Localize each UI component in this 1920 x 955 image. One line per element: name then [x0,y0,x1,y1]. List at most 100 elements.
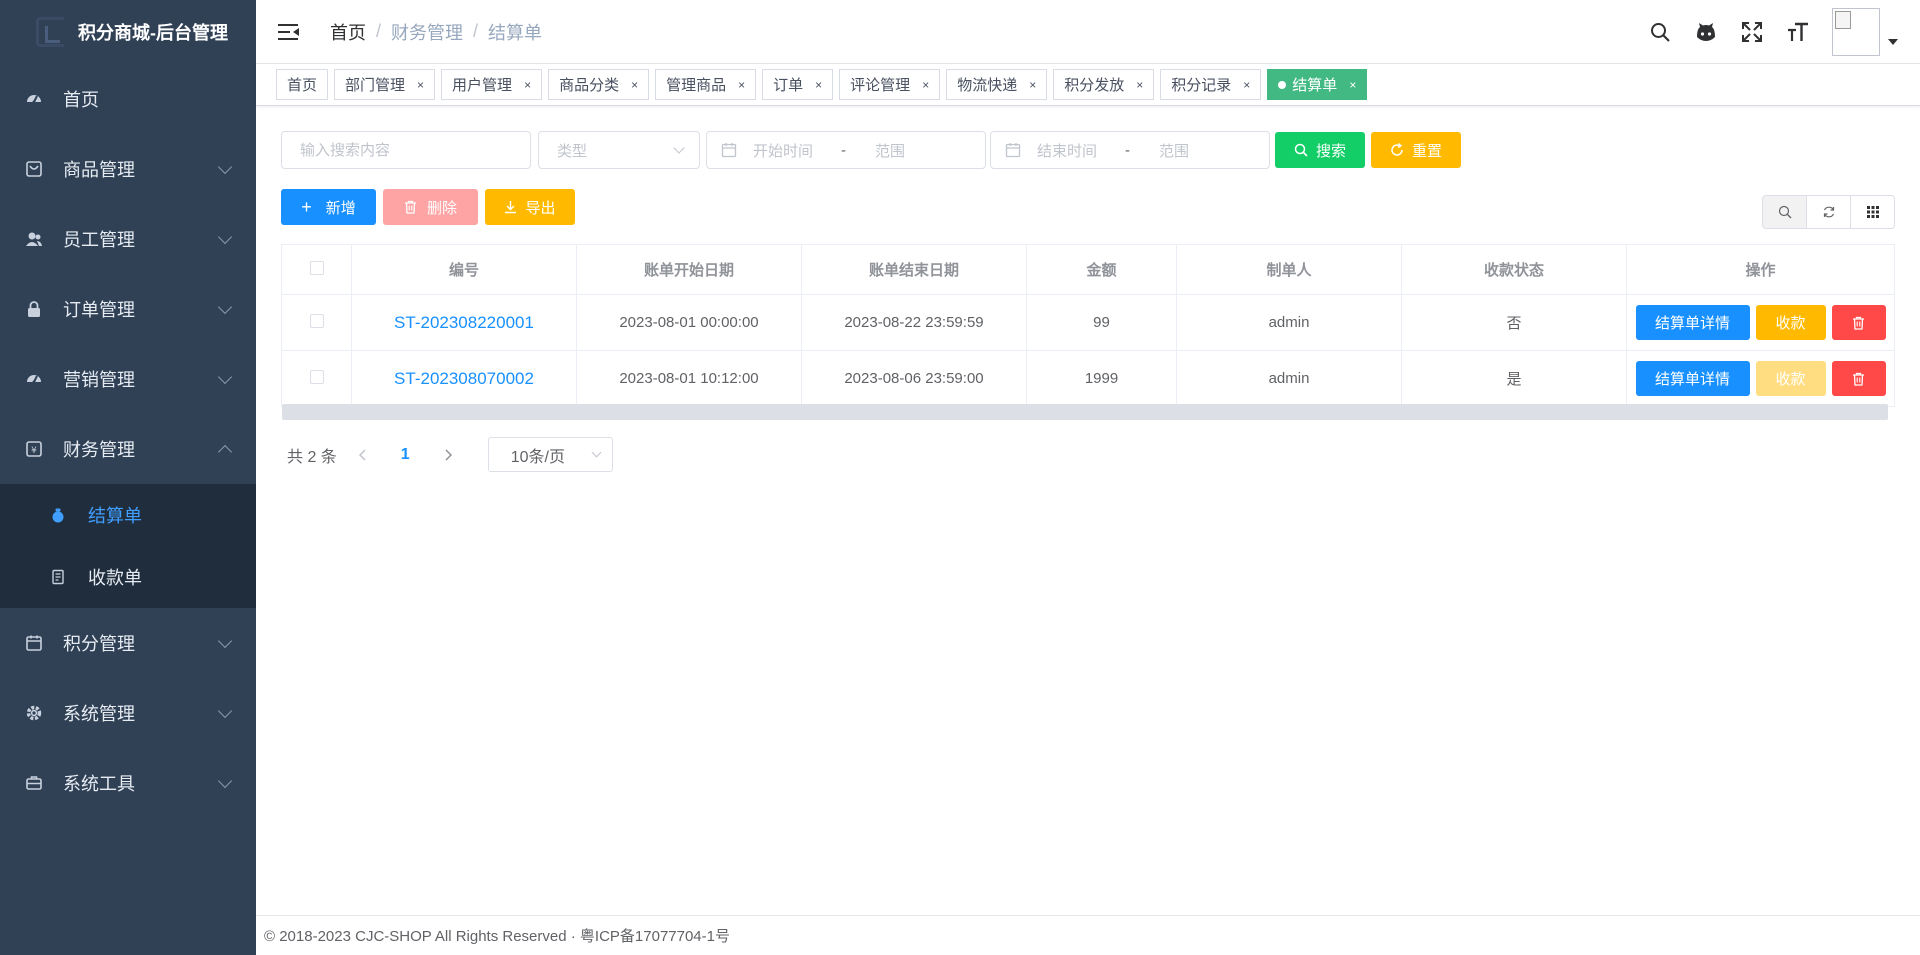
close-icon[interactable]: × [922,78,929,92]
columns-button[interactable] [1850,195,1895,229]
gear-icon [25,704,43,722]
collect-button-disabled: 收款 [1755,361,1826,396]
sidebar-item-tools[interactable]: 系统工具 [0,748,256,818]
refresh-button[interactable] [1806,195,1851,229]
collect-button[interactable]: 收款 [1755,305,1826,340]
github-icon[interactable] [1694,20,1718,44]
sidebar-item-home[interactable]: 首页 [0,64,256,134]
sidebar-item-staff[interactable]: 员工管理 [0,204,256,274]
tag-home[interactable]: 首页 [276,69,329,100]
column-header: 制单人 [1176,244,1402,295]
tag-label: 物流快递 [957,77,1018,94]
close-icon[interactable]: × [1243,78,1250,92]
font-size-icon[interactable] [1786,20,1810,44]
search-icon[interactable] [1648,20,1672,44]
sidebar-item-receipt[interactable]: 收款单 [0,546,256,608]
breadcrumb-separator: / [473,21,479,41]
detail-button[interactable]: 结算单详情 [1635,305,1750,340]
column-header: 账单开始日期 [576,244,802,295]
tag-goods[interactable]: 管理商品 × [655,69,757,100]
delete-button-label: 删除 [426,199,457,217]
tag-points-record[interactable]: 积分记录 × [1160,69,1262,100]
calendar-icon [1005,142,1021,158]
start-date-cell: 2023-08-01 00:00:00 [576,294,802,351]
sidebar-item-label: 系统工具 [63,774,135,794]
toolbar: + 新增 删除 导出 [281,189,575,225]
close-icon[interactable]: × [631,78,638,92]
search-button[interactable]: 搜索 [1275,132,1365,168]
start-date-range[interactable]: 开始时间 - 范围 [706,131,986,169]
delete-row-button[interactable] [1831,305,1886,340]
calendar-icon [25,634,43,652]
sidebar-item-marketing[interactable]: 营销管理 [0,344,256,414]
sidebar-item-orders[interactable]: 订单管理 [0,274,256,344]
row-checkbox[interactable] [309,369,324,384]
search-button-label: 搜索 [1315,142,1346,160]
fullscreen-icon[interactable] [1740,20,1764,44]
close-icon[interactable]: × [1029,78,1036,92]
sidebar-item-finance[interactable]: ¥ 财务管理 [0,414,256,484]
tag-label: 积分发放 [1064,77,1125,94]
page-number[interactable]: 1 [401,446,410,464]
end-date-from: 结束时间 [1037,142,1098,160]
row-checkbox[interactable] [309,313,324,328]
sidebar-logo[interactable]: 积分商城-后台管理 [0,0,256,64]
detail-button[interactable]: 结算单详情 [1635,361,1750,396]
toggle-search-button[interactable] [1762,195,1807,229]
tag-category[interactable]: 商品分类 × [548,69,650,100]
delete-row-button[interactable] [1831,361,1886,396]
type-select[interactable]: 类型 [538,131,700,169]
table-horizontal-scrollbar[interactable] [282,404,1888,420]
right-toolbar [1762,195,1895,229]
reset-button-label: 重置 [1411,142,1442,160]
export-button[interactable]: 导出 [485,189,575,225]
refresh-icon [1823,206,1834,218]
select-all-checkbox[interactable] [309,260,324,275]
tag-dept[interactable]: 部门管理 × [334,69,436,100]
settlement-code-link[interactable]: ST-202308070002 [394,369,534,388]
reset-button[interactable]: 重置 [1371,132,1461,168]
dashboard-icon [25,370,43,388]
sidebar-item-label: 订单管理 [63,300,135,320]
code-cell: ST-202308220001 [351,294,577,351]
tag-user[interactable]: 用户管理 × [441,69,543,100]
breadcrumb-home[interactable]: 首页 [330,19,366,45]
tag-comment[interactable]: 评论管理 × [839,69,941,100]
close-icon[interactable]: × [815,78,822,92]
end-date-range[interactable]: 结束时间 - 范围 [990,131,1270,169]
hamburger-icon[interactable] [278,22,300,42]
sidebar-item-label: 商品管理 [63,160,135,180]
search-icon [1778,205,1791,219]
maker-cell: admin [1176,294,1402,351]
avatar[interactable] [1832,8,1880,56]
sidebar-item-label: 员工管理 [63,230,135,250]
tag-settlement[interactable]: 结算单 × [1267,69,1368,100]
tag-order[interactable]: 订单 × [762,69,834,100]
sidebar-item-goods[interactable]: 商品管理 [0,134,256,204]
dashboard-icon [25,90,43,108]
tag-express[interactable]: 物流快递 × [946,69,1048,100]
caret-down-icon[interactable] [1888,39,1898,45]
active-dot-icon [1278,80,1287,89]
chevron-left-icon[interactable] [351,443,375,467]
close-icon[interactable]: × [738,78,745,92]
chevron-right-icon[interactable] [436,443,460,467]
close-icon[interactable]: × [1136,78,1143,92]
sidebar-item-system[interactable]: 系统管理 [0,678,256,748]
maker-cell: admin [1176,350,1402,407]
settlement-code-link[interactable]: ST-202308220001 [394,313,534,332]
search-bar: 类型 开始时间 - 范围 结束时间 - 范围 搜索 重置 [281,131,1461,169]
add-button[interactable]: + 新增 [281,189,376,225]
keyword-input[interactable] [282,132,530,168]
close-icon[interactable]: × [1349,78,1356,92]
sidebar-item-settlement[interactable]: 结算单 [0,484,256,546]
logo-icon [36,17,66,47]
close-icon[interactable]: × [417,78,424,92]
tag-points-issue[interactable]: 积分发放 × [1053,69,1155,100]
sidebar-item-label: 结算单 [88,506,142,526]
close-icon[interactable]: × [524,78,531,92]
sidebar-item-points[interactable]: 积分管理 [0,608,256,678]
chevron-down-icon [217,773,233,789]
chevron-up-icon [217,444,233,460]
page-size-select[interactable]: 10条/页 [487,437,613,472]
